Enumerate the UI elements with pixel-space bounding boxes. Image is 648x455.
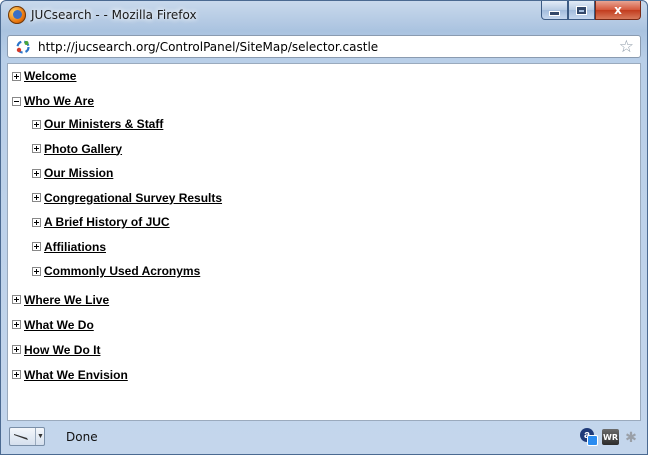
sitemap-subitem-link[interactable]: Commonly Used Acronyms <box>44 264 200 278</box>
sitemap-item-link[interactable]: How We Do It <box>24 343 100 357</box>
sitemap-subitem-row: Commonly Used Acronyms <box>32 263 200 279</box>
sitemap-item-row: Who We Are <box>12 93 94 109</box>
pen-tool-button[interactable]: ▼ <box>9 427 45 446</box>
maximize-icon <box>577 6 586 14</box>
browser-window: JUCsearch - - Mozilla Firefox x http://j… <box>0 0 648 455</box>
sitemap-item-row: Where We Live <box>12 292 109 308</box>
sitemap-subitem-row: Photo Gallery <box>32 141 122 157</box>
addon-a-icon[interactable]: a <box>580 428 598 446</box>
minimize-icon <box>550 11 559 15</box>
bookmark-star-icon[interactable]: ☆ <box>619 37 634 57</box>
close-button[interactable]: x <box>595 1 641 20</box>
expand-icon[interactable] <box>32 144 41 153</box>
sitemap-subitem-link[interactable]: Congregational Survey Results <box>44 191 222 205</box>
sitemap-subitem-row: A Brief History of JUC <box>32 214 170 230</box>
url-text[interactable]: http://jucsearch.org/ControlPanel/SiteMa… <box>38 40 378 54</box>
caption-buttons: x <box>541 1 641 21</box>
addon-a-badge <box>587 435 598 446</box>
page-content: Welcome Who We Are Our Ministers & Staff Ph… <box>7 63 641 421</box>
addon-gear-icon[interactable]: ✱ <box>623 429 639 445</box>
sitemap-item-row: How We Do It <box>12 342 100 358</box>
sitemap-item-link[interactable]: What We Envision <box>24 368 128 382</box>
expand-icon[interactable] <box>12 295 21 304</box>
expand-icon[interactable] <box>12 71 21 81</box>
pen-icon <box>14 434 28 440</box>
collapse-icon[interactable] <box>12 96 21 106</box>
sitemap-subitem-link[interactable]: Affiliations <box>44 240 106 254</box>
sitemap-subitem-row: Congregational Survey Results <box>32 190 222 206</box>
expand-icon[interactable] <box>12 320 21 329</box>
sitemap-item-link[interactable]: Welcome <box>24 69 76 83</box>
sitemap-subitem-row: Affiliations <box>32 239 106 255</box>
sitemap-item-link[interactable]: Where We Live <box>24 293 109 307</box>
expand-icon[interactable] <box>32 193 41 202</box>
status-text: Done <box>66 430 98 444</box>
addon-wr-icon[interactable]: WR <box>602 429 619 445</box>
sitemap-subitem-row: Our Mission <box>32 165 113 181</box>
site-favicon-icon <box>16 40 30 54</box>
minimize-button[interactable] <box>541 1 568 20</box>
close-icon: x <box>614 3 622 17</box>
maximize-button[interactable] <box>568 1 595 20</box>
status-bar: ▼ Done a WR ✱ <box>7 424 641 450</box>
sitemap-item-row: Welcome <box>12 68 76 84</box>
expand-icon[interactable] <box>32 242 41 251</box>
chevron-down-icon[interactable]: ▼ <box>35 428 45 445</box>
sitemap-subitem-link[interactable]: Photo Gallery <box>44 142 122 156</box>
window-title: JUCsearch - - Mozilla Firefox <box>31 8 197 22</box>
sitemap-item-link[interactable]: What We Do <box>24 318 94 332</box>
addon-icons: a WR ✱ <box>580 428 639 446</box>
expand-icon[interactable] <box>32 217 41 227</box>
sitemap-subitem-row: Our Ministers & Staff <box>32 116 163 132</box>
sitemap-subitem-link[interactable]: A Brief History of JUC <box>44 215 170 229</box>
sitemap-item-row: What We Do <box>12 317 94 333</box>
expand-icon[interactable] <box>32 266 41 276</box>
expand-icon[interactable] <box>32 119 41 129</box>
expand-icon[interactable] <box>12 370 21 379</box>
sitemap-item-row: What We Envision <box>12 367 128 383</box>
title-bar[interactable]: JUCsearch - - Mozilla Firefox x <box>1 1 647 31</box>
firefox-icon[interactable] <box>8 6 26 24</box>
address-bar[interactable]: http://jucsearch.org/ControlPanel/SiteMa… <box>7 35 641 58</box>
expand-icon[interactable] <box>12 345 21 354</box>
sitemap-item-link[interactable]: Who We Are <box>24 94 94 108</box>
expand-icon[interactable] <box>32 168 41 178</box>
sitemap-subitem-link[interactable]: Our Mission <box>44 166 113 180</box>
sitemap-subitem-link[interactable]: Our Ministers & Staff <box>44 117 163 131</box>
